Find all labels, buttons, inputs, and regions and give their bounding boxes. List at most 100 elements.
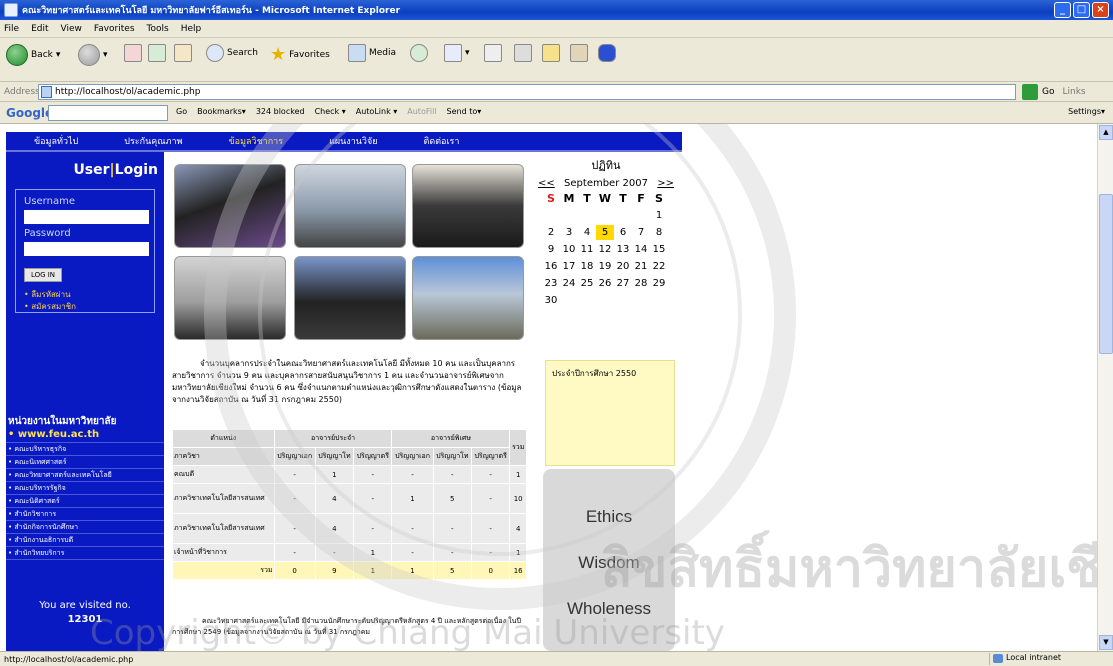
- menu-file[interactable]: File: [4, 24, 19, 34]
- dept-link-feu[interactable]: • www.feu.ac.th: [6, 428, 164, 443]
- go-button[interactable]: Go: [1042, 87, 1054, 97]
- calendar-day[interactable]: 1: [650, 208, 668, 223]
- calendar-day[interactable]: 5: [596, 225, 614, 240]
- calendar-day[interactable]: 2: [542, 225, 560, 240]
- favorites-button[interactable]: ★ Favorites: [270, 44, 330, 65]
- google-logo[interactable]: Google: [6, 106, 53, 120]
- calendar-day[interactable]: 30: [542, 293, 560, 308]
- calendar-day[interactable]: 20: [614, 259, 632, 274]
- research-button[interactable]: [570, 44, 588, 62]
- register-link[interactable]: • สมัครสมาชิก: [24, 300, 76, 313]
- menu-favorites[interactable]: Favorites: [94, 24, 135, 34]
- calendar-day[interactable]: 24: [560, 276, 578, 291]
- search-button[interactable]: Search: [206, 44, 258, 62]
- nav-academic[interactable]: ข้อมูลวิชาการ: [229, 134, 284, 148]
- calendar-prev-link[interactable]: <<: [538, 178, 555, 189]
- cell: -: [432, 513, 473, 544]
- calendar-day[interactable]: 19: [596, 259, 614, 274]
- calendar-day[interactable]: 28: [632, 276, 650, 291]
- calendar-day[interactable]: 4: [578, 225, 596, 240]
- menu-help[interactable]: Help: [181, 24, 202, 34]
- bookmarks-button[interactable]: Bookmarks▾: [197, 107, 246, 116]
- calendar-day[interactable]: 26: [596, 276, 614, 291]
- calendar-day[interactable]: 21: [632, 259, 650, 274]
- menu-view[interactable]: View: [61, 24, 82, 34]
- nav-quality[interactable]: ประกันคุณภาพ: [124, 134, 182, 148]
- dept-link[interactable]: • สำนักวิชาการ: [6, 508, 164, 521]
- forward-button[interactable]: ▾: [78, 44, 108, 66]
- calendar-day[interactable]: 3: [560, 225, 578, 240]
- calendar-day[interactable]: 6: [614, 225, 632, 240]
- calendar-empty: [614, 293, 632, 308]
- security-zone: Local intranet: [989, 653, 1109, 665]
- popup-blocker-button[interactable]: 324 blocked: [256, 107, 305, 116]
- cell: 4: [314, 483, 355, 514]
- go-arrow-icon[interactable]: [1022, 84, 1038, 100]
- dept-link[interactable]: • สำนักวิทยบริการ: [6, 547, 164, 560]
- dept-link[interactable]: • คณะบริหารธุรกิจ: [6, 443, 164, 456]
- calendar-day[interactable]: 17: [560, 259, 578, 274]
- scroll-up-button[interactable]: ▲: [1099, 125, 1113, 140]
- calendar-day[interactable]: 23: [542, 276, 560, 291]
- calendar-day[interactable]: 18: [578, 259, 596, 274]
- calendar-day[interactable]: 9: [542, 242, 560, 257]
- edit-button[interactable]: [514, 44, 532, 62]
- calendar-day[interactable]: 16: [542, 259, 560, 274]
- bluetooth-button[interactable]: [598, 44, 616, 62]
- window-title-bar[interactable]: คณะวิทยาศาสตร์และเทคโนโลยี มหาวิทยาลัยฟา…: [0, 0, 1113, 20]
- calendar-day[interactable]: 25: [578, 276, 596, 291]
- login-button[interactable]: LOG IN: [24, 268, 62, 282]
- calendar-grid: S M T W T F S 1 2 3 4 5 6 7 8 9 10 11 12 13 14 15 16 17 18 19 20 21…: [542, 191, 674, 308]
- dept-link[interactable]: • สำนักงานอธิการบดี: [6, 534, 164, 547]
- close-button[interactable]: ×: [1092, 2, 1109, 18]
- dept-link[interactable]: • สำนักกิจการนักศึกษา: [6, 521, 164, 534]
- discuss-button[interactable]: [542, 44, 560, 62]
- dept-link[interactable]: • คณะนิเทศศาสตร์: [6, 456, 164, 469]
- print-button[interactable]: [484, 44, 502, 62]
- home-button[interactable]: [174, 44, 192, 62]
- links-label[interactable]: Links: [1062, 87, 1085, 97]
- username-input[interactable]: [24, 210, 149, 224]
- autofill-button[interactable]: AutoFill: [407, 107, 436, 116]
- calendar-day[interactable]: 13: [614, 242, 632, 257]
- google-settings-button[interactable]: Settings▾: [1068, 107, 1105, 116]
- google-go-button[interactable]: Go: [176, 107, 187, 116]
- mail-button[interactable]: ▾: [444, 44, 470, 62]
- dept-link[interactable]: • คณะบริหารรัฐกิจ: [6, 482, 164, 495]
- scroll-down-button[interactable]: ▼: [1099, 635, 1113, 650]
- calendar-day[interactable]: 12: [596, 242, 614, 257]
- address-input[interactable]: http://localhost/ol/academic.php: [38, 84, 1016, 100]
- stop-button[interactable]: [124, 44, 142, 62]
- maximize-button[interactable]: □: [1073, 2, 1090, 18]
- send-to-button[interactable]: Send to▾: [447, 107, 482, 116]
- dept-link[interactable]: • คณะวิทยาศาสตร์และเทคโนโลยี: [6, 469, 164, 482]
- autolink-button[interactable]: AutoLink ▾: [356, 107, 398, 116]
- calendar-day[interactable]: 8: [650, 225, 668, 240]
- calendar-next-link[interactable]: >>: [657, 178, 674, 189]
- nav-contact[interactable]: ติดต่อเรา: [424, 134, 460, 148]
- calendar-day[interactable]: 10: [560, 242, 578, 257]
- nav-research[interactable]: แผนงานวิจัย: [329, 134, 377, 148]
- refresh-button[interactable]: [148, 44, 166, 62]
- minimize-button[interactable]: _: [1054, 2, 1071, 18]
- calendar-day[interactable]: 11: [578, 242, 596, 257]
- dept-link[interactable]: • คณะนิติศาสตร์: [6, 495, 164, 508]
- calendar-day[interactable]: 15: [650, 242, 668, 257]
- nav-general[interactable]: ข้อมูลทั่วไป: [34, 134, 78, 148]
- calendar-day[interactable]: 27: [614, 276, 632, 291]
- scroll-thumb[interactable]: [1099, 194, 1113, 354]
- calendar-day[interactable]: 29: [650, 276, 668, 291]
- menu-tools[interactable]: Tools: [147, 24, 169, 34]
- cell: -: [470, 513, 511, 544]
- menu-edit[interactable]: Edit: [31, 24, 48, 34]
- calendar-day[interactable]: 22: [650, 259, 668, 274]
- calendar-day[interactable]: 14: [632, 242, 650, 257]
- media-button[interactable]: Media: [348, 44, 396, 62]
- password-input[interactable]: [24, 242, 149, 256]
- back-button[interactable]: Back ▾: [6, 44, 60, 66]
- vertical-scrollbar[interactable]: ▲ ▼: [1097, 124, 1113, 651]
- calendar-day[interactable]: 7: [632, 225, 650, 240]
- google-search-input[interactable]: [48, 105, 168, 121]
- history-button[interactable]: [410, 44, 428, 62]
- spellcheck-button[interactable]: Check ▾: [315, 107, 346, 116]
